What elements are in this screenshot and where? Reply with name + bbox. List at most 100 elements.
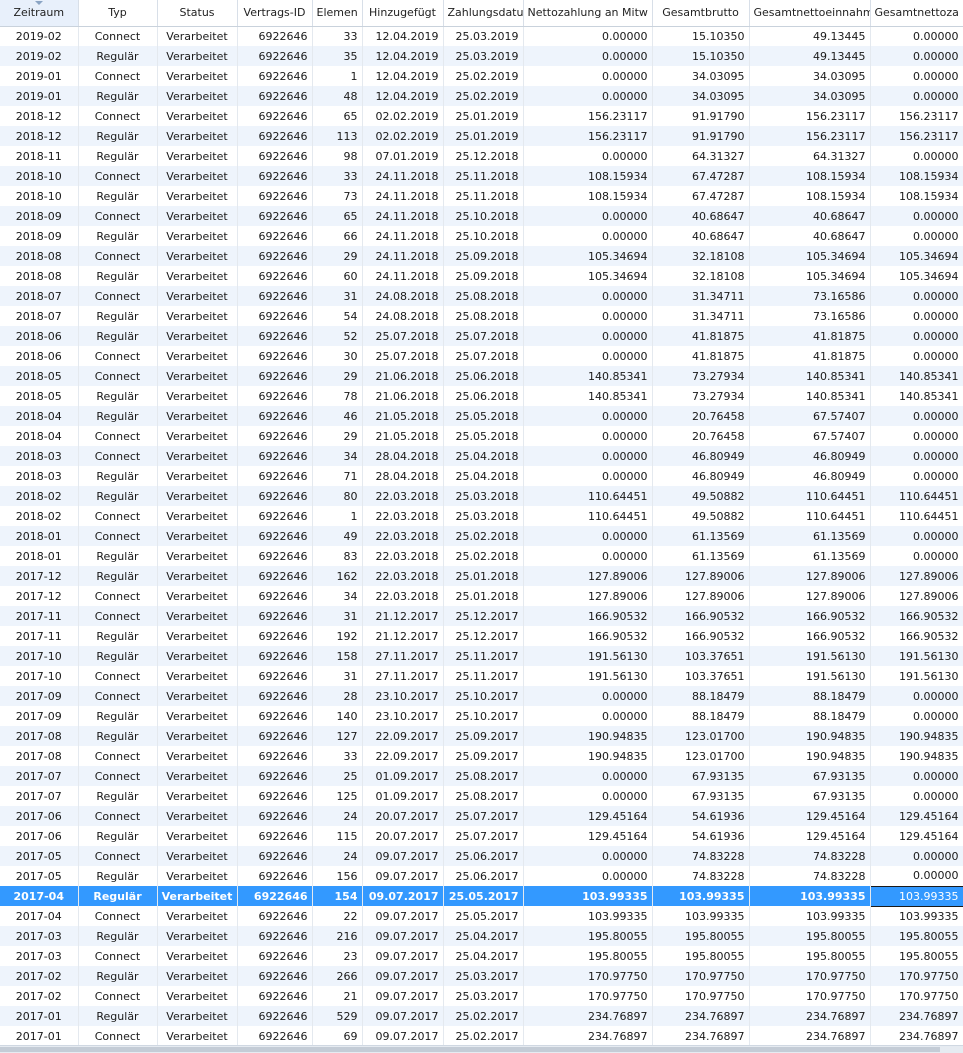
cell-elemente[interactable]: 71 [312,466,363,486]
cell-zahlungsdatum[interactable]: 25.02.2017 [443,1026,524,1045]
cell-typ[interactable]: Connect [78,606,158,626]
table-row[interactable]: 2019-01 Connect Verarbeitet 6922646 1 12.04.2… [0,66,963,86]
cell-gesamtnettozahlung[interactable]: 170.97750 [870,966,963,986]
cell-vertrags-id[interactable]: 6922646 [237,686,313,706]
cell-zeitraum[interactable]: 2018-02 [0,506,79,526]
cell-gesamtnettoeinnahmen[interactable]: 140.85341 [749,366,871,386]
cell-hinzugefuegt[interactable]: 24.08.2018 [362,306,444,326]
table-row[interactable]: 2019-02 Regulär Verarbeitet 6922646 35 12.04.… [0,46,963,66]
cell-hinzugefuegt[interactable]: 27.11.2017 [362,666,444,686]
cell-gesamtnettozahlung[interactable]: 0.00000 [870,66,963,86]
cell-zahlungsdatum[interactable]: 25.11.2017 [443,646,524,666]
cell-gesamtnettoeinnahmen[interactable]: 105.34694 [749,246,871,266]
cell-gesamtbrutto[interactable]: 103.37651 [652,666,750,686]
cell-nettozahlung[interactable]: 166.90532 [523,606,653,626]
column-header-gesamtbrutto[interactable]: Gesamtbrutto [652,0,750,27]
cell-typ[interactable]: Connect [78,1026,158,1045]
cell-zahlungsdatum[interactable]: 25.08.2017 [443,766,524,786]
table-row[interactable]: 2017-10 Connect Verarbeitet 6922646 31 27.11.… [0,666,963,686]
cell-status[interactable]: Verarbeitet [157,586,238,606]
cell-hinzugefuegt[interactable]: 23.10.2017 [362,706,444,726]
table-row[interactable]: 2018-03 Regulär Verarbeitet 6922646 71 28.04.… [0,466,963,486]
cell-nettozahlung[interactable]: 103.99335 [523,906,653,926]
cell-nettozahlung[interactable]: 191.56130 [523,646,653,666]
cell-nettozahlung[interactable]: 234.76897 [523,1006,653,1026]
cell-zeitraum[interactable]: 2018-05 [0,366,79,386]
cell-zahlungsdatum[interactable]: 25.01.2019 [443,126,524,146]
cell-gesamtnettoeinnahmen[interactable]: 234.76897 [749,1026,871,1045]
cell-nettozahlung[interactable]: 0.00000 [523,466,653,486]
cell-status[interactable]: Verarbeitet [157,206,238,226]
cell-status[interactable]: Verarbeitet [157,186,238,206]
table-row[interactable]: 2017-01 Connect Verarbeitet 6922646 69 09.07.… [0,1026,963,1045]
cell-gesamtnettozahlung[interactable]: 0.00000 [870,526,963,546]
cell-gesamtnettozahlung[interactable]: 0.00000 [870,706,963,726]
cell-gesamtnettoeinnahmen[interactable]: 41.81875 [749,326,871,346]
column-header-gesamtnettozahlung[interactable]: Gesamtnettoza [870,0,963,27]
cell-gesamtnettozahlung[interactable]: 166.90532 [870,606,963,626]
cell-typ[interactable]: Regulär [78,386,158,406]
cell-typ[interactable]: Connect [78,946,158,966]
table-row[interactable]: 2018-07 Regulär Verarbeitet 6922646 54 24.08.… [0,306,963,326]
cell-zahlungsdatum[interactable]: 25.10.2017 [443,706,524,726]
cell-gesamtbrutto[interactable]: 166.90532 [652,606,750,626]
cell-elemente[interactable]: 125 [312,786,363,806]
cell-hinzugefuegt[interactable]: 09.07.2017 [362,1026,444,1045]
cell-gesamtbrutto[interactable]: 103.99335 [652,906,750,926]
cell-zeitraum[interactable]: 2017-02 [0,966,79,986]
table-row[interactable]: 2017-03 Connect Verarbeitet 6922646 23 09.07.… [0,946,963,966]
cell-vertrags-id[interactable]: 6922646 [237,1026,313,1045]
cell-nettozahlung[interactable]: 0.00000 [523,866,653,886]
cell-zeitraum[interactable]: 2017-12 [0,586,79,606]
column-header-zeitraum[interactable]: Zeitraum [0,0,79,27]
cell-vertrags-id[interactable]: 6922646 [237,306,313,326]
cell-vertrags-id[interactable]: 6922646 [237,206,313,226]
cell-typ[interactable]: Connect [78,366,158,386]
cell-zahlungsdatum[interactable]: 25.03.2017 [443,966,524,986]
cell-gesamtnettozahlung[interactable]: 108.15934 [870,186,963,206]
cell-zahlungsdatum[interactable]: 25.05.2017 [443,906,524,926]
cell-status[interactable]: Verarbeitet [157,846,238,866]
cell-gesamtbrutto[interactable]: 15.10350 [652,46,750,66]
cell-zahlungsdatum[interactable]: 25.06.2018 [443,366,524,386]
cell-gesamtnettozahlung[interactable]: 0.00000 [870,686,963,706]
cell-typ[interactable]: Regulär [78,786,158,806]
cell-vertrags-id[interactable]: 6922646 [237,226,313,246]
cell-elemente[interactable]: 60 [312,266,363,286]
cell-status[interactable]: Verarbeitet [157,946,238,966]
cell-gesamtbrutto[interactable]: 74.83228 [652,846,750,866]
cell-gesamtnettozahlung[interactable]: 0.00000 [870,226,963,246]
cell-zeitraum[interactable]: 2017-08 [0,746,79,766]
table-row[interactable]: 2017-12 Connect Verarbeitet 6922646 34 22.03.… [0,586,963,606]
cell-status[interactable]: Verarbeitet [157,986,238,1006]
cell-gesamtbrutto[interactable]: 88.18479 [652,706,750,726]
cell-vertrags-id[interactable]: 6922646 [237,706,313,726]
cell-gesamtnettoeinnahmen[interactable]: 190.94835 [749,746,871,766]
cell-zahlungsdatum[interactable]: 25.02.2018 [443,546,524,566]
table-row[interactable]: 2018-12 Connect Verarbeitet 6922646 65 02.02.… [0,106,963,126]
cell-elemente[interactable]: 162 [312,566,363,586]
table-row[interactable]: 2019-02 Connect Verarbeitet 6922646 33 12.04.… [0,26,963,46]
cell-gesamtbrutto[interactable]: 127.89006 [652,566,750,586]
cell-gesamtnettozahlung[interactable]: 156.23117 [870,126,963,146]
cell-gesamtnettoeinnahmen[interactable]: 61.13569 [749,546,871,566]
cell-gesamtnettoeinnahmen[interactable]: 34.03095 [749,66,871,86]
table-row[interactable]: 2018-05 Regulär Verarbeitet 6922646 78 21.06.… [0,386,963,406]
cell-zahlungsdatum[interactable]: 25.02.2018 [443,526,524,546]
cell-nettozahlung[interactable]: 190.94835 [523,726,653,746]
cell-vertrags-id[interactable]: 6922646 [237,486,313,506]
cell-status[interactable]: Verarbeitet [157,106,238,126]
cell-nettozahlung[interactable]: 195.80055 [523,946,653,966]
cell-nettozahlung[interactable]: 234.76897 [523,1026,653,1045]
table-row[interactable]: 2018-04 Regulär Verarbeitet 6922646 46 21.05.… [0,406,963,426]
cell-hinzugefuegt[interactable]: 22.03.2018 [362,546,444,566]
cell-gesamtbrutto[interactable]: 32.18108 [652,266,750,286]
cell-zahlungsdatum[interactable]: 25.05.2018 [443,406,524,426]
cell-elemente[interactable]: 140 [312,706,363,726]
table-row[interactable]: 2018-06 Regulär Verarbeitet 6922646 52 25.07.… [0,326,963,346]
cell-gesamtnettoeinnahmen[interactable]: 88.18479 [749,686,871,706]
cell-status[interactable]: Verarbeitet [157,166,238,186]
cell-gesamtnettozahlung[interactable]: 191.56130 [870,666,963,686]
cell-status[interactable]: Verarbeitet [157,406,238,426]
cell-vertrags-id[interactable]: 6922646 [237,846,313,866]
